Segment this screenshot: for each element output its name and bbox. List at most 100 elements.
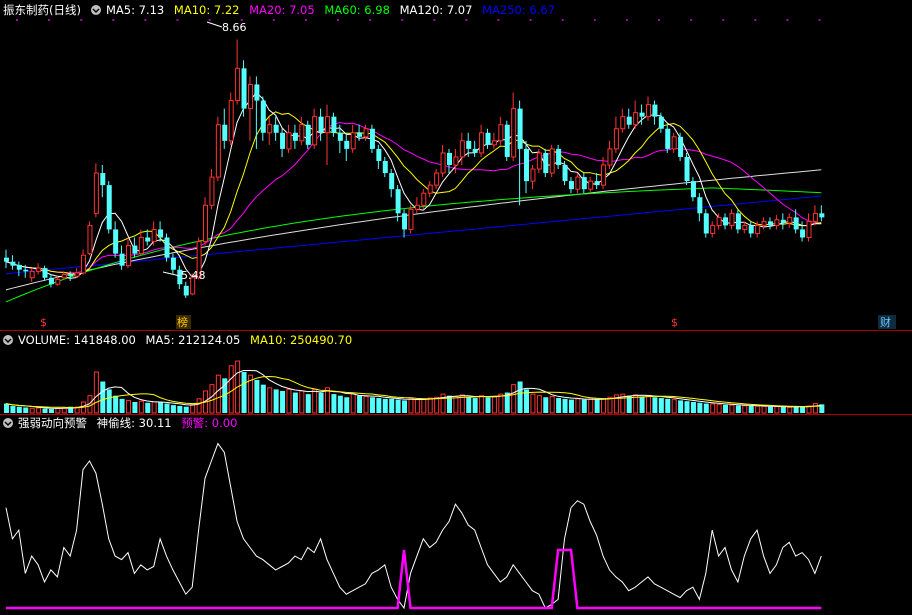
volume-bar-up[interactable] [350,393,356,414]
candle-body-up[interactable] [421,192,427,206]
volume-bar-up[interactable] [498,393,504,414]
volume-bar-up[interactable] [588,398,594,414]
volume-bar-up[interactable] [421,398,427,414]
volume-bar-up[interactable] [190,403,196,414]
volume-bar-down[interactable] [10,405,16,413]
candle-body-down[interactable] [382,160,388,174]
candle-body-up[interactable] [151,228,157,243]
chevron-down-icon[interactable] [3,335,13,345]
candle-body-up[interactable] [427,184,433,194]
volume-bar-down[interactable] [305,394,311,413]
candle-body-up[interactable] [434,172,440,186]
candle-body-down[interactable] [800,229,806,238]
candle-body-down[interactable] [4,257,9,262]
candle-body-up[interactable] [228,100,234,142]
candle-body-down[interactable] [68,274,74,277]
volume-bar-down[interactable] [652,397,658,413]
volume-bar-down[interactable] [376,398,382,413]
candle-body-down[interactable] [183,285,189,296]
candle-body-down[interactable] [735,213,741,230]
event-marker-ranking[interactable]: 榜 [177,315,188,329]
volume-bar-down[interactable] [318,392,324,413]
candle-body-up[interactable] [74,272,80,277]
volume-bar-down[interactable] [485,397,491,413]
candle-body-down[interactable] [369,128,375,149]
volume-bar-down[interactable] [723,404,729,413]
candle-body-up[interactable] [215,124,221,178]
volume-bar-down[interactable] [42,408,48,413]
volume-bar-up[interactable] [414,399,420,414]
candle-body-up[interactable] [613,128,619,150]
event-marker-dividend-2[interactable]: $ [671,316,678,329]
candle-body-up[interactable] [536,152,542,170]
volume-bar-up[interactable] [427,397,433,414]
candle-body-down[interactable] [639,112,645,117]
volume-bar-down[interactable] [678,400,684,413]
volume-bar-down[interactable] [331,394,337,413]
candle-body-up[interactable] [549,148,555,174]
candle-body-up[interactable] [755,224,761,234]
volume-bar-up[interactable] [93,371,99,414]
candle-body-up[interactable] [299,124,305,142]
volume-bar-down[interactable] [241,372,247,413]
volume-bar-down[interactable] [402,400,408,413]
volume-bar-down[interactable] [395,399,401,413]
candle-body-up[interactable] [716,216,722,226]
volume-bar-down[interactable] [793,406,799,413]
volume-bar-down[interactable] [748,405,754,413]
candle-body-up[interactable] [710,224,716,234]
volume-bar-down[interactable] [145,402,151,413]
volume-bar-up[interactable] [363,395,369,414]
volume-bar-up[interactable] [36,407,42,414]
volume-bar-up[interactable] [408,398,414,414]
candle-body-down[interactable] [793,217,799,230]
volume-bar-down[interactable] [472,398,478,413]
candle-body-up[interactable] [671,136,677,150]
candle-body-up[interactable] [453,156,459,166]
candle-body-up[interactable] [479,132,485,154]
candle-body-down[interactable] [690,181,696,198]
volume-bar-down[interactable] [106,389,112,413]
volume-bar-down[interactable] [273,389,279,413]
volume-bar-up[interactable] [671,399,677,414]
candle-body-up[interactable] [498,124,504,142]
candle-body-up[interactable] [729,212,735,226]
candle-body-down[interactable] [543,152,549,174]
volume-bar-up[interactable] [549,395,555,414]
volume-bar-down[interactable] [466,397,472,413]
volume-bar-down[interactable] [170,405,176,413]
volume-bar-down[interactable] [697,402,703,413]
candle-body-up[interactable] [81,254,87,274]
candle-body-up[interactable] [530,168,536,182]
volume-bar-up[interactable] [607,396,613,414]
volume-bar-down[interactable] [119,398,125,413]
volume-bar-down[interactable] [164,403,170,413]
candle-body-up[interactable] [511,108,517,158]
volume-bar-up[interactable] [575,398,581,414]
volume-bar-up[interactable] [774,406,780,414]
candle-body-up[interactable] [408,208,414,230]
candle-body-down[interactable] [48,277,54,285]
volume-bar-up[interactable] [286,388,292,414]
candle-body-down[interactable] [292,132,298,141]
candle-body-up[interactable] [459,140,465,158]
volume-bar-down[interactable] [344,397,350,413]
candle-body-up[interactable] [325,116,330,134]
volume-bar-up[interactable] [228,365,234,414]
candle-body-down[interactable] [402,213,408,230]
candle-body-down[interactable] [106,185,112,230]
candle-body-down[interactable] [472,148,478,153]
candle-body-down[interactable] [170,257,176,270]
candle-body-down[interactable] [652,104,658,117]
candle-body-up[interactable] [286,132,292,150]
candle-body-down[interactable] [517,108,523,149]
volume-bar-down[interactable] [16,406,22,413]
candle-body-up[interactable] [209,176,215,206]
price-panel[interactable] [4,19,825,303]
candle-body-down[interactable] [100,173,106,186]
volume-bar-down[interactable] [556,398,562,413]
event-markers[interactable]: $ 榜 $ 财 [40,315,896,329]
candle-body-down[interactable] [132,245,138,254]
candle-body-down[interactable] [703,213,709,234]
volume-bar-down[interactable] [177,405,183,413]
